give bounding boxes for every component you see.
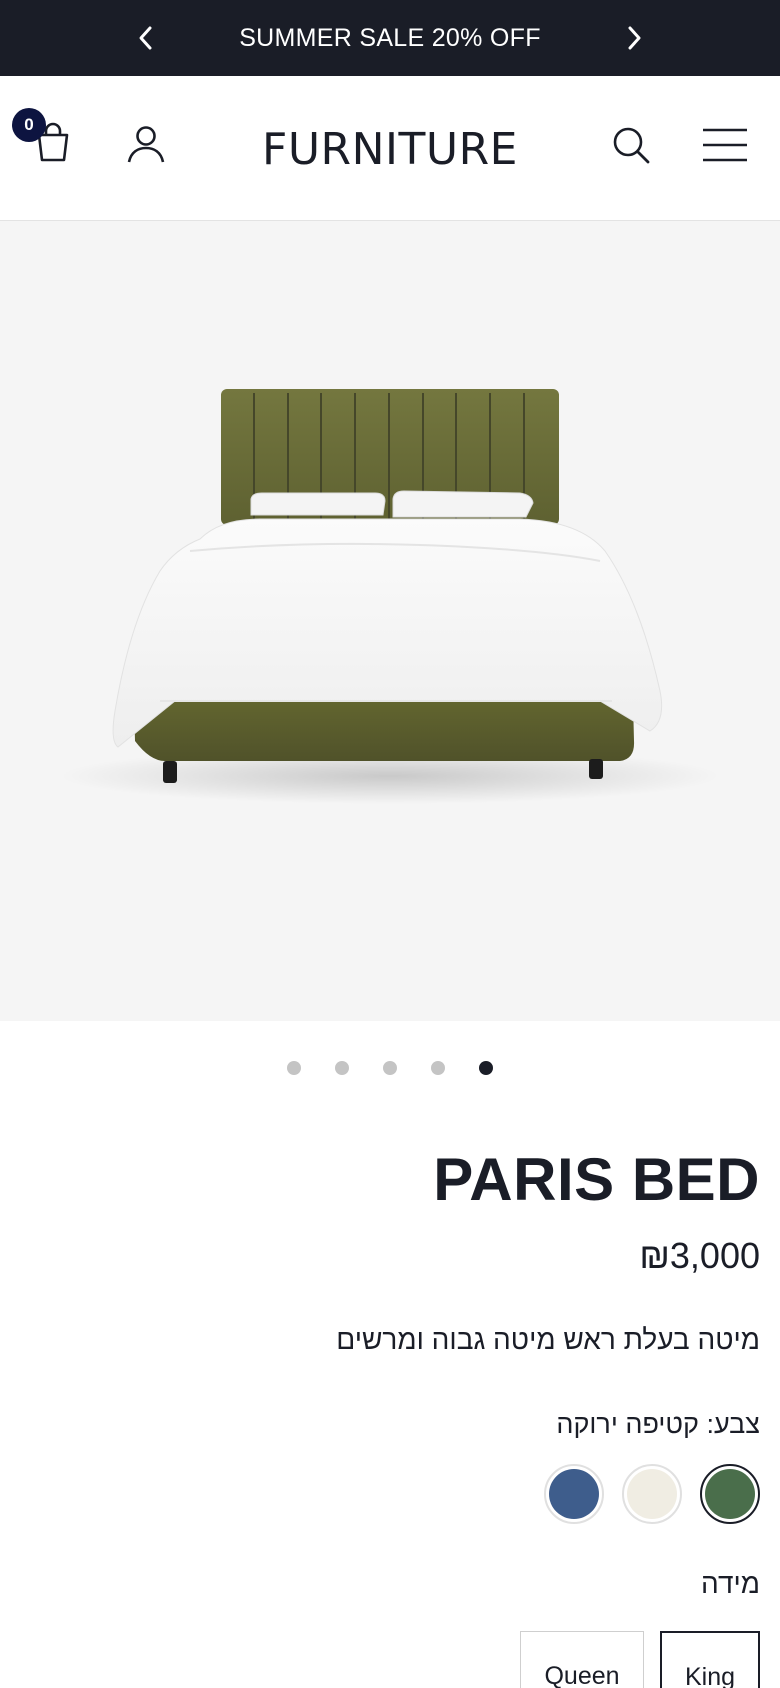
gallery-dot-3[interactable] xyxy=(383,1061,397,1075)
color-swatch-green[interactable] xyxy=(700,1464,760,1524)
gallery-dot-5[interactable] xyxy=(479,1061,493,1075)
size-label: מידה xyxy=(701,1568,760,1599)
cart-count-badge: 0 xyxy=(12,108,46,142)
search-button[interactable] xyxy=(604,118,658,172)
product-description: מיטה בעלת ראש מיטה גבוה ומרשים xyxy=(336,1324,760,1355)
search-icon xyxy=(613,127,650,164)
size-option-king[interactable]: King xyxy=(660,1631,760,1688)
site-header: 0 FURNITURE xyxy=(0,76,780,221)
color-swatches xyxy=(544,1464,760,1524)
color-swatch-fill xyxy=(549,1469,599,1519)
color-swatch-blue[interactable] xyxy=(544,1464,604,1524)
announcement-bar: SUMMER SALE 20% OFF xyxy=(0,0,780,76)
site-logo[interactable]: FURNITURE xyxy=(0,120,780,180)
announcement-next-button[interactable] xyxy=(618,22,650,54)
chevron-right-icon xyxy=(628,26,641,50)
product-title: PARIS BED xyxy=(433,1146,760,1213)
gallery-dot-2[interactable] xyxy=(335,1061,349,1075)
green-upholstered-bed-image xyxy=(60,389,720,804)
gallery-dot-1[interactable] xyxy=(287,1061,301,1075)
color-swatch-cream[interactable] xyxy=(622,1464,682,1524)
product-image-gallery[interactable] xyxy=(0,221,780,1021)
menu-button[interactable] xyxy=(698,122,752,168)
product-price: ₪3,000 xyxy=(639,1235,760,1276)
gallery-dot-4[interactable] xyxy=(431,1061,445,1075)
gallery-pagination xyxy=(0,1061,780,1081)
hamburger-menu-icon xyxy=(703,128,747,162)
announcement-text: SUMMER SALE 20% OFF xyxy=(239,24,541,52)
color-label: צבע: קטיפה ירוקה xyxy=(556,1409,760,1439)
color-swatch-fill xyxy=(627,1469,677,1519)
color-swatch-fill xyxy=(705,1469,755,1519)
size-options: King Queen xyxy=(520,1631,760,1688)
size-option-queen[interactable]: Queen xyxy=(520,1631,644,1688)
